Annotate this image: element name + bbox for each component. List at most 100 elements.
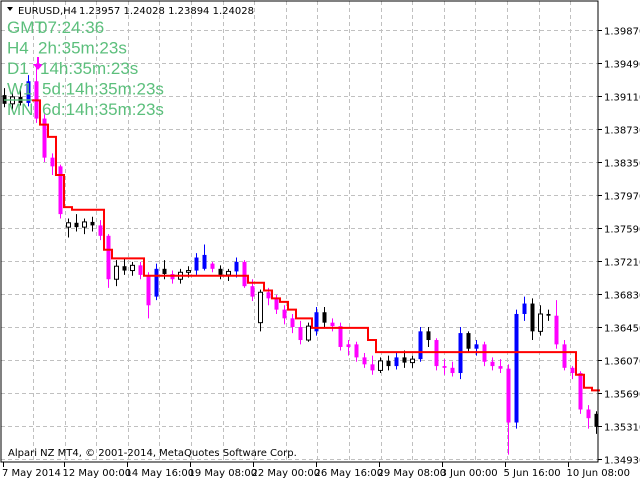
chart-header: EURUSD,H4 1.23957 1.24028 1.23894 1.2402… [7, 6, 254, 17]
candle-body [114, 265, 119, 280]
candle-body [546, 313, 551, 316]
candle-body [186, 270, 191, 273]
candle [450, 361, 455, 377]
candle [298, 320, 303, 345]
candle-body [498, 366, 503, 369]
price-chart[interactable]: 1.39870 1.39490 1.39110 1.38730 1.38350 1.379… [0, 0, 640, 480]
candle [114, 260, 119, 287]
candle [210, 261, 215, 273]
overlay-timeframe-label: MN [7, 100, 33, 119]
candle [554, 300, 559, 349]
candle-body [242, 261, 247, 287]
candle [498, 359, 503, 374]
candle-body [506, 368, 511, 423]
candle [218, 265, 223, 280]
candle-body [362, 357, 367, 365]
candle-body [282, 309, 287, 319]
candle-body [554, 315, 559, 345]
price-tick-label: 1.35690 [604, 390, 640, 401]
candle-body [378, 360, 383, 371]
time-tick-label: 19 May 08:00 [189, 468, 258, 479]
overlay-countdown: 2h:35m:23s [38, 39, 127, 58]
candle-body [514, 313, 519, 423]
candle-body [66, 222, 71, 228]
candle-body [394, 357, 399, 367]
candle-body [386, 360, 391, 367]
candle-body [74, 222, 79, 228]
candle [258, 289, 263, 332]
time-tick-label: 29 May 08:00 [378, 468, 447, 479]
candle [562, 340, 567, 371]
candle-body [90, 221, 95, 226]
candle-body [466, 333, 471, 349]
copyright-text: Alpari NZ MT4, © 2001-2014, MetaQuotes S… [8, 448, 297, 459]
price-tick-label: 1.34930 [604, 456, 640, 467]
candle-body [330, 322, 335, 327]
overlay-countdown: 5d:14h:35m:23s [42, 80, 164, 99]
symbol-label: EURUSD,H4 [18, 6, 77, 17]
candle-body [154, 268, 159, 297]
candle [130, 261, 135, 276]
candle-body [82, 221, 87, 228]
candle [66, 218, 71, 238]
candle-body [122, 266, 127, 271]
candle [546, 309, 551, 321]
candle [306, 322, 311, 342]
candle-body [226, 270, 231, 276]
candle [338, 322, 343, 351]
price-tick-label: 1.35310 [604, 423, 640, 434]
candle [530, 298, 535, 341]
candle [466, 331, 471, 354]
candle-body [250, 286, 255, 297]
price-tick-label: 1.38730 [604, 126, 640, 137]
candle-body [290, 318, 295, 327]
price-tick-label: 1.36070 [604, 357, 640, 368]
candle-body [266, 292, 271, 299]
candle [322, 307, 327, 327]
candle-body [194, 257, 199, 271]
candle-body [474, 344, 479, 349]
time-tick-label: 22 May 00:00 [252, 468, 321, 479]
candle [418, 326, 423, 362]
candle-body [138, 265, 143, 275]
candle [514, 309, 519, 429]
candle [442, 359, 447, 375]
candle-body [570, 367, 575, 374]
candle [234, 257, 239, 278]
candle [578, 371, 583, 414]
candle [426, 326, 431, 347]
candle-body [130, 264, 135, 272]
candle [82, 218, 87, 235]
candles [2, 66, 599, 455]
candle [122, 257, 127, 275]
time-tick-label: 12 May 00:00 [63, 468, 132, 479]
candle-body [50, 157, 55, 167]
candle [194, 253, 199, 275]
time-tick-label: 3 Jun 00:00 [441, 468, 498, 479]
time-axis[interactable]: 7 May 2014 12 May 00:0014 May 16:0019 May… [2, 462, 630, 479]
candle [506, 364, 511, 455]
candle [354, 341, 359, 362]
candle [522, 296, 527, 321]
time-tick-label: 5 Jun 16:00 [504, 468, 561, 479]
candle [482, 341, 487, 367]
candle [42, 114, 47, 162]
candle [90, 216, 95, 232]
price-tick-label: 1.39490 [604, 60, 640, 71]
price-tick-label: 1.36450 [604, 324, 640, 335]
candle [74, 214, 79, 232]
price-tick-label: 1.37970 [604, 192, 640, 203]
candle-body [402, 357, 407, 363]
price-tick-label: 1.36830 [604, 291, 640, 302]
price-axis[interactable]: 1.39870 1.39490 1.39110 1.38730 1.38350 1.379… [598, 27, 640, 467]
candle [490, 357, 495, 371]
candle [394, 353, 399, 370]
candle-body [98, 225, 103, 236]
time-tick-label: 10 Jun 08:00 [567, 468, 631, 479]
candle [106, 234, 111, 288]
candle-body [210, 263, 215, 269]
candle [290, 313, 295, 334]
candle-body [538, 313, 543, 332]
candle [170, 270, 175, 284]
triangle-down-icon[interactable] [7, 7, 13, 11]
